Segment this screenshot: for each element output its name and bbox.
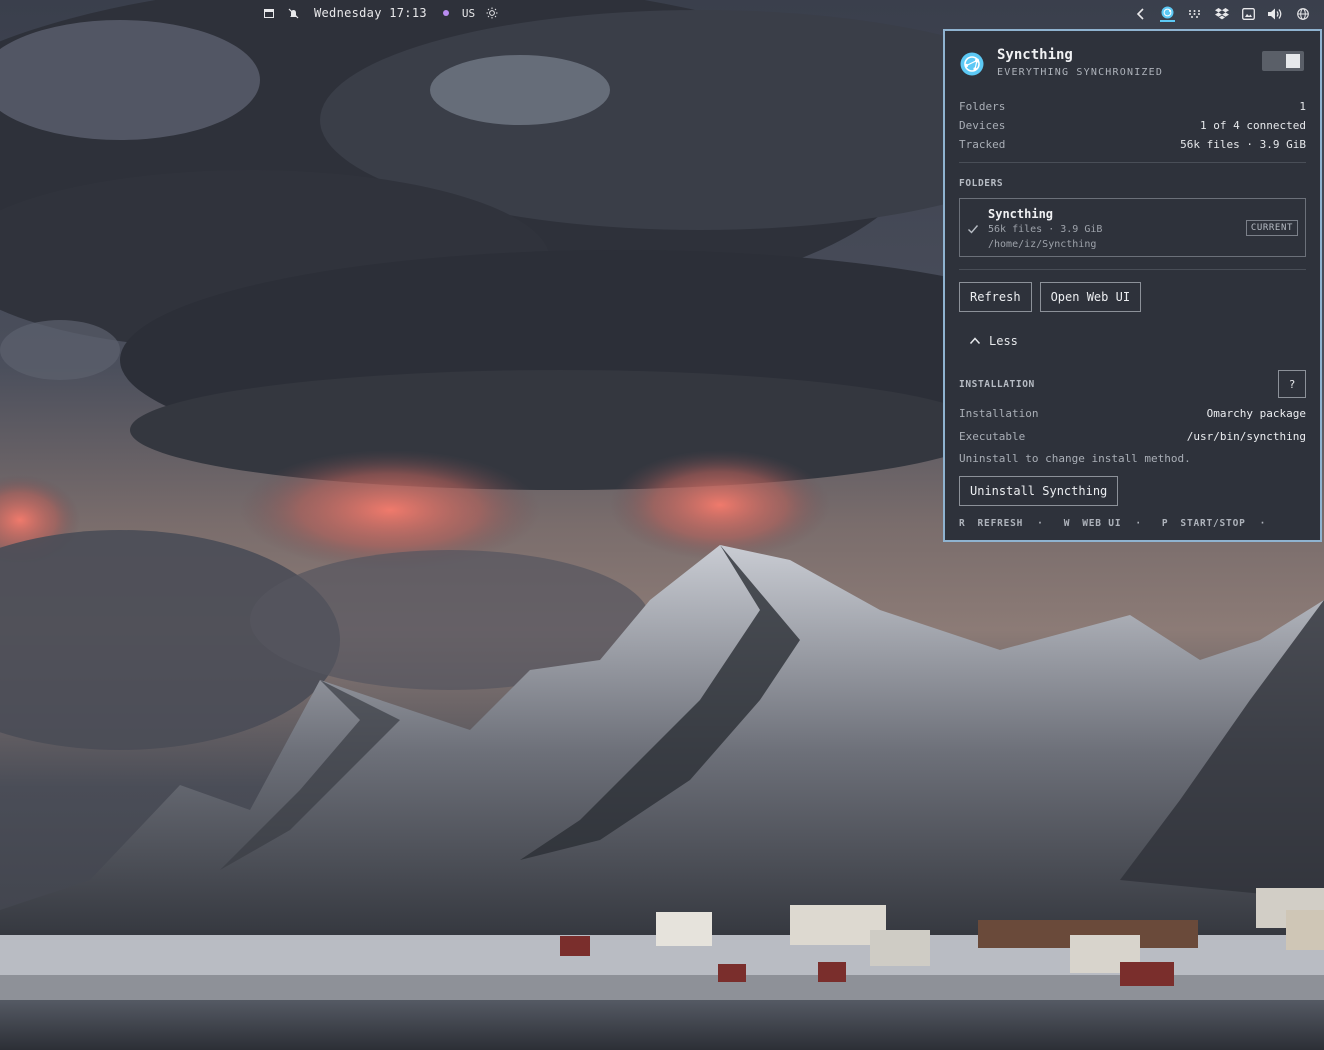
shortcut-key: P — [1161, 518, 1169, 529]
folder-card[interactable]: Syncthing 56k files · 3.9 GiB /home/iz/S… — [959, 198, 1306, 257]
terminal-icon[interactable] — [262, 6, 276, 20]
stat-label: Devices — [959, 119, 1006, 132]
executable-value: /usr/bin/syncthing — [1186, 430, 1306, 443]
chevron-left-icon[interactable] — [1133, 6, 1148, 21]
stat-value: 1 — [1299, 100, 1306, 113]
folder-path: /home/iz/Syncthing — [988, 239, 1097, 250]
folder-name: Syncthing — [988, 207, 1054, 221]
installation-label: Installation — [959, 407, 1039, 420]
stat-value: 1 of 4 connected — [1200, 119, 1306, 132]
keyboard-shortcuts: R REFRESH · W WEB UI · P START/STOP · — [959, 518, 1306, 529]
shortcut-key: W — [1063, 518, 1071, 529]
divider — [959, 162, 1306, 163]
shortcut-label: WEB UI — [1082, 518, 1122, 529]
volume-icon[interactable] — [1268, 6, 1283, 21]
help-button[interactable]: ? — [1278, 370, 1306, 398]
app-title: Syncthing — [997, 47, 1073, 63]
sync-status: EVERYTHING SYNCHRONIZED — [997, 67, 1164, 78]
folder-meta: 56k files · 3.9 GiB — [988, 224, 1103, 235]
shortcut-separator: · — [1135, 518, 1142, 529]
system-tray — [1133, 5, 1310, 22]
shortcut-separator: · — [1037, 518, 1044, 529]
popup-header: Syncthing EVERYTHING SYNCHRONIZED — [959, 45, 1306, 97]
syncthing-logo-icon — [960, 52, 984, 76]
top-bar: Wednesday 17:13 US — [0, 0, 1324, 26]
stat-row-devices: Devices 1 of 4 connected — [959, 116, 1306, 135]
executable-label: Executable — [959, 430, 1026, 443]
open-web-ui-button[interactable]: Open Web UI — [1039, 282, 1142, 312]
syncthing-popup: Syncthing EVERYTHING SYNCHRONIZED Folder… — [943, 29, 1322, 542]
shortcut-separator: · — [1259, 518, 1267, 529]
shortcut-key: R — [959, 518, 966, 529]
chevron-up-icon — [969, 337, 981, 345]
top-bar-center: Wednesday 17:13 US — [262, 6, 499, 20]
syncthing-toggle[interactable] — [1262, 51, 1304, 71]
refresh-button[interactable]: Refresh — [959, 282, 1032, 312]
current-badge: CURRENT — [1245, 220, 1298, 236]
uninstall-button[interactable]: Uninstall Syncthing — [959, 476, 1119, 506]
shortcut-refresh: R REFRESH — [959, 518, 1023, 529]
uninstall-row: Uninstall Syncthing — [959, 476, 1306, 506]
executable-row: Executable /usr/bin/syncthing — [959, 425, 1306, 448]
installation-list: Installation Omarchy package Executable … — [959, 402, 1306, 448]
stat-row-folders: Folders 1 — [959, 97, 1306, 116]
stats-list: Folders 1 Devices 1 of 4 connected Track… — [959, 97, 1306, 154]
stat-row-tracked: Tracked 56k files · 3.9 GiB — [959, 135, 1306, 154]
shortcut-label: REFRESH — [977, 518, 1024, 529]
screen-share-icon[interactable] — [1241, 6, 1256, 21]
globe-icon[interactable] — [1295, 6, 1310, 21]
check-icon — [967, 223, 979, 235]
less-toggle[interactable]: Less — [969, 328, 1306, 354]
folders-heading: FOLDERS — [959, 178, 1004, 189]
clock[interactable]: Wednesday 17:13 — [314, 6, 427, 20]
action-buttons: Refresh Open Web UI — [959, 282, 1306, 312]
keyboard-layout[interactable]: US — [462, 7, 475, 20]
install-note: Uninstall to change install method. — [959, 452, 1191, 465]
notifications-off-icon[interactable] — [286, 6, 300, 20]
installation-header: INSTALLATION ? — [959, 370, 1306, 398]
installation-row: Installation Omarchy package — [959, 402, 1306, 425]
dropbox-icon[interactable] — [1214, 6, 1229, 21]
less-label: Less — [989, 334, 1018, 348]
accent-dot — [442, 10, 449, 16]
brightness-icon[interactable] — [485, 6, 499, 20]
installation-value: Omarchy package — [1206, 407, 1306, 420]
shortcut-label: START/STOP — [1180, 518, 1246, 529]
syncthing-tray-icon[interactable] — [1160, 5, 1175, 22]
stat-label: Folders — [959, 100, 1006, 113]
dots-grid-icon[interactable] — [1187, 6, 1202, 21]
toggle-knob — [1286, 54, 1300, 68]
divider — [959, 269, 1306, 270]
shortcut-start-stop: P START/STOP — [1162, 518, 1246, 529]
stat-value: 56k files · 3.9 GiB — [1180, 138, 1306, 151]
stat-label: Tracked — [959, 138, 1006, 151]
installation-heading: INSTALLATION — [959, 378, 1035, 390]
shortcut-web-ui: W WEB UI — [1064, 518, 1122, 529]
